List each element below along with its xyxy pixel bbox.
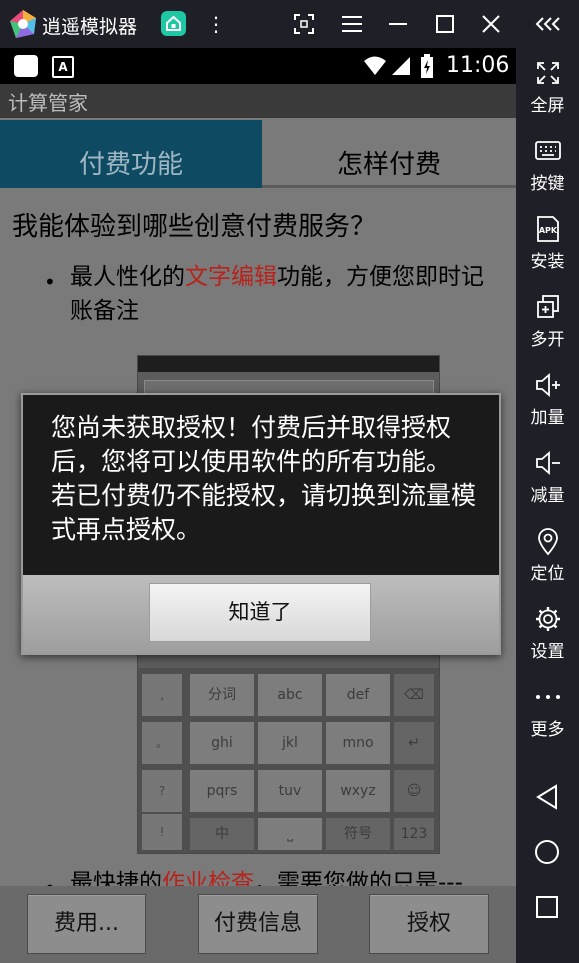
apk-icon: APK xyxy=(536,216,559,242)
sidebar-label-more: 更多 xyxy=(530,720,565,740)
sidebar-label-settings: 设置 xyxy=(530,642,565,662)
payment-info-button[interactable]: 付费信息 xyxy=(198,894,318,954)
tab-how-to-pay-label: 怎样付费 xyxy=(336,150,441,180)
signal-icon xyxy=(392,57,410,75)
key-def: def xyxy=(326,674,390,716)
tab-paid-features-label: 付费功能 xyxy=(78,150,183,180)
embedded-status-strip xyxy=(138,356,439,372)
key-question: ? xyxy=(142,770,182,812)
ok-button[interactable]: 知道了 xyxy=(149,583,371,642)
emulator-home-button[interactable] xyxy=(161,11,186,36)
status-time: 11:06 xyxy=(446,53,510,78)
hamburger-menu-icon[interactable] xyxy=(338,10,366,38)
sidebar-item-keys[interactable]: 按键 xyxy=(516,136,579,194)
collapse-sidebar-icon[interactable] xyxy=(531,10,567,38)
maximize-icon[interactable] xyxy=(431,10,459,38)
app-title: 计算管家 xyxy=(8,91,88,115)
bottom-button-bar: 费用... 付费信息 授权 xyxy=(0,886,516,963)
sidebar-item-multi[interactable]: 多开 xyxy=(516,292,579,350)
key-emoji: ☺ xyxy=(394,770,434,812)
bullet1-highlight: 文字编辑 xyxy=(185,264,277,290)
key-exclaim: ! xyxy=(142,814,182,850)
emulator-logo-icon xyxy=(10,10,36,38)
key-abc: abc xyxy=(258,674,322,716)
key-wxyz: wxyz xyxy=(326,770,390,812)
emulator-title: 逍遥模拟器 xyxy=(42,16,138,38)
svg-text:APK: APK xyxy=(538,226,557,235)
multi-open-icon xyxy=(536,295,559,318)
content-heading: 我能体验到哪些创意付费服务？ xyxy=(12,212,377,242)
sidebar-label-volume-up: 加量 xyxy=(530,408,565,428)
sidebar-label-multi: 多开 xyxy=(530,330,565,350)
authorize-button[interactable]: 授权 xyxy=(369,894,489,954)
home-circle-icon[interactable] xyxy=(532,837,562,867)
key-period: 。 xyxy=(142,722,182,764)
key-pqrs: pqrs xyxy=(190,770,254,812)
sidebar-label-install: 安装 xyxy=(530,252,565,272)
key-space: ⎵ xyxy=(258,818,322,850)
bullet-dot: • xyxy=(44,270,56,294)
android-screen: A 11:06 计算管家 付费功能 怎样付费 我能体验到哪些创意付费服务？ • … xyxy=(0,48,516,963)
keyboard-left-column: , 。 ? ! xyxy=(142,674,184,850)
bullet1-pre: 最人性化的 xyxy=(70,264,185,290)
sidebar-item-fullscreen[interactable]: 全屏 xyxy=(516,58,579,116)
key-tuv: tuv xyxy=(258,770,322,812)
key-mno: mno xyxy=(326,722,390,764)
volume-down-icon xyxy=(535,451,560,475)
text-notification-icon: A xyxy=(52,56,74,78)
sidebar-item-more[interactable]: 更多 xyxy=(516,682,579,740)
tab-paid-features[interactable]: 付费功能 xyxy=(0,120,262,188)
status-bar: A 11:06 xyxy=(0,48,516,84)
emulator-title-bar: 逍遥模拟器 ⋮ xyxy=(0,0,579,48)
tab-how-to-pay[interactable]: 怎样付费 xyxy=(262,120,516,188)
sidebar-item-install[interactable]: APK 安装 xyxy=(516,214,579,272)
home-icon xyxy=(166,15,181,31)
gear-icon xyxy=(535,607,560,631)
sidebar-label-keys: 按键 xyxy=(530,174,565,194)
sidebar-item-volume-down[interactable]: 减量 xyxy=(516,448,579,506)
key-comma: , xyxy=(142,674,182,716)
emulator-sidebar: 全屏 按键 APK 安装 多开 加量 减量 定位 设置 更多 xyxy=(516,48,579,963)
authorization-dialog: 您尚未获取授权！付费后并取得授权后，您将可以使用软件的所有功能。 若已付费仍不能… xyxy=(21,393,501,655)
sidebar-item-settings[interactable]: 设置 xyxy=(516,604,579,662)
key-symbols: 符号 xyxy=(326,818,390,850)
bullet-text-editing: 最人性化的文字编辑功能，方便您即时记账备注 xyxy=(70,260,490,328)
sidebar-label-location: 定位 xyxy=(530,564,565,584)
sidebar-item-location[interactable]: 定位 xyxy=(516,526,579,584)
dialog-footer: 知道了 xyxy=(23,575,499,653)
close-icon[interactable] xyxy=(477,10,505,38)
location-pin-icon xyxy=(537,528,558,556)
key-enter: ↵ xyxy=(394,722,434,764)
fullscreen-icon xyxy=(536,62,559,84)
back-icon[interactable] xyxy=(532,782,562,812)
key-123: 123 xyxy=(394,818,434,850)
keyboard-icon xyxy=(534,141,561,160)
emulator-menu-dots-icon[interactable]: ⋮ xyxy=(206,9,226,39)
key-zhong: 中 xyxy=(190,818,254,850)
key-backspace: ⌫ xyxy=(394,674,434,716)
minimize-icon[interactable] xyxy=(384,10,412,38)
sidebar-item-volume-up[interactable]: 加量 xyxy=(516,370,579,428)
app-title-bar: 计算管家 xyxy=(0,84,516,118)
battery-charging-icon xyxy=(421,54,433,78)
key-ghi: ghi xyxy=(190,722,254,764)
wifi-icon xyxy=(364,56,386,75)
recent-apps-icon[interactable] xyxy=(532,892,562,922)
tab-bar: 付费功能 怎样付费 xyxy=(0,120,516,188)
sidebar-label-fullscreen: 全屏 xyxy=(530,96,565,116)
notification-app-icon xyxy=(14,55,38,77)
key-jkl: jkl xyxy=(258,722,322,764)
embedded-keyboard: , 。 ? ! 分词 abc def ⌫ ghi jkl mno ↵ pqrs … xyxy=(138,668,439,853)
volume-up-icon xyxy=(535,373,560,397)
sidebar-label-volume-down: 减量 xyxy=(530,486,565,506)
more-icon xyxy=(535,695,560,699)
fee-button[interactable]: 费用... xyxy=(27,894,146,954)
key-fenci: 分词 xyxy=(190,674,254,716)
dialog-message: 您尚未获取授权！付费后并取得授权后，您将可以使用软件的所有功能。 若已付费仍不能… xyxy=(51,413,477,544)
screenshot-region-icon[interactable] xyxy=(290,10,318,38)
